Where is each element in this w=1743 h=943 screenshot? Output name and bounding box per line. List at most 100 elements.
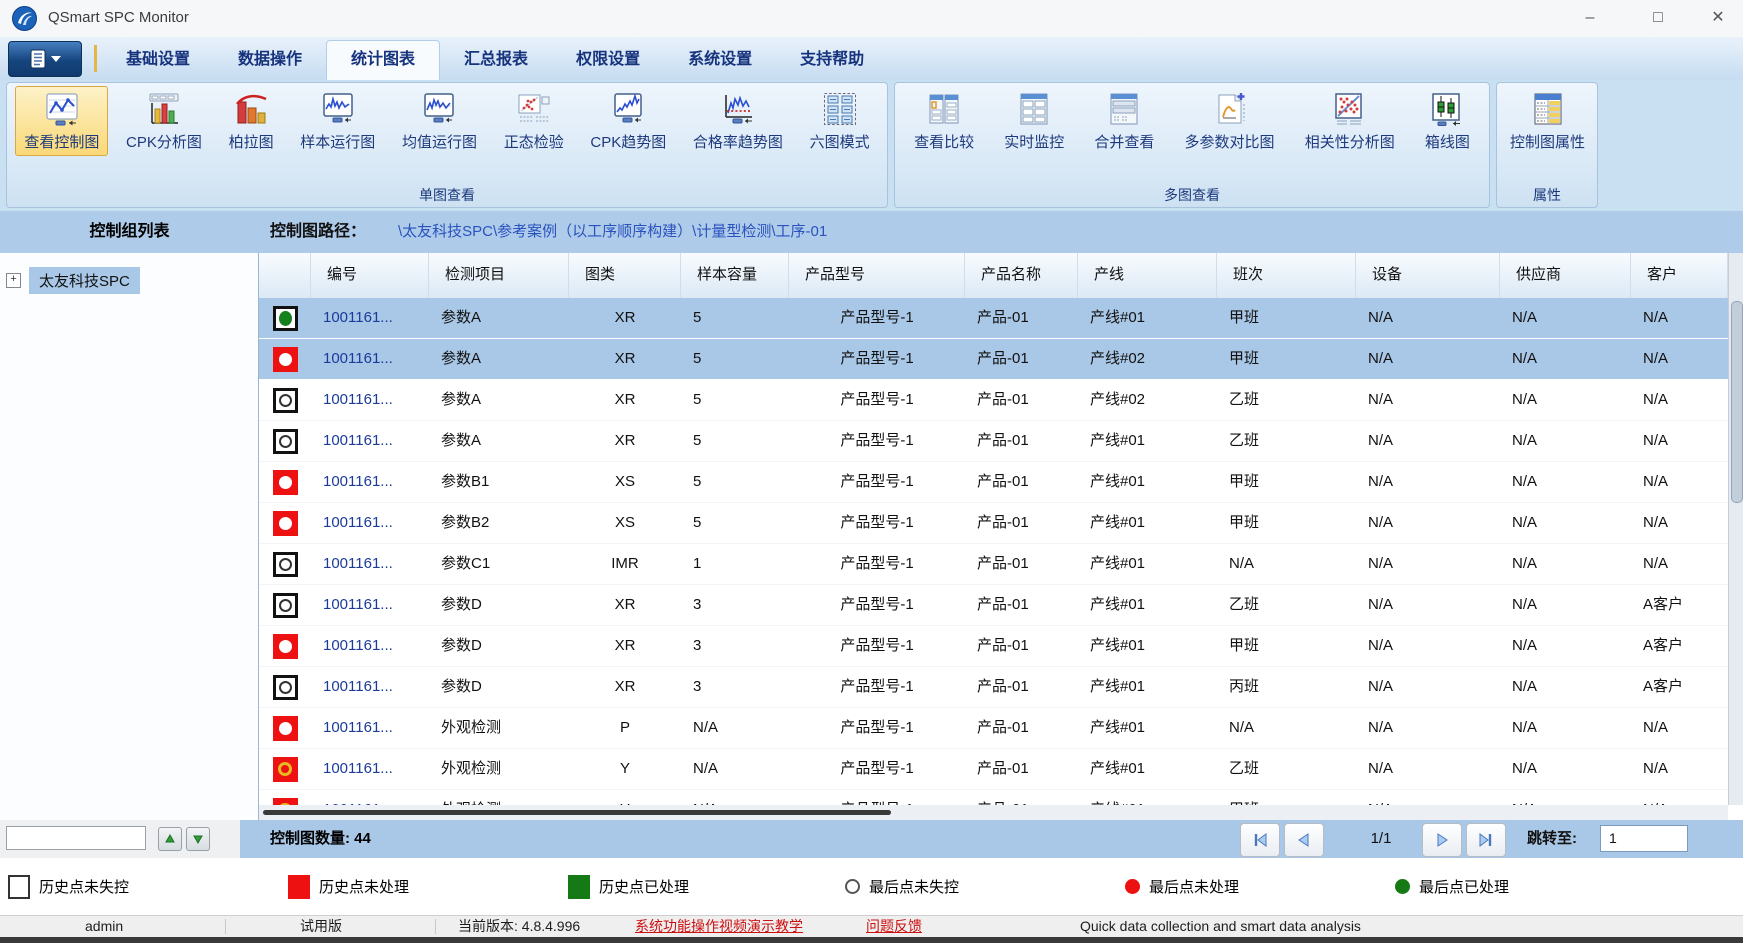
jump-to-page-value: 1 [1609,830,1617,846]
table-row[interactable]: 1001161...参数AXR5产品型号-1产品-01产线#02乙班N/AN/A… [259,380,1728,421]
menu-tab-1[interactable]: 基础设置 [102,40,214,80]
vertical-scrollbar-thumb[interactable] [1731,301,1743,503]
column-header-model[interactable]: 产品型号 [789,253,965,298]
minimize-button[interactable]: – [1568,4,1612,32]
tool-button-chart-properties[interactable]: 控制图属性 [1501,86,1594,156]
tool-button-cpk-analysis[interactable]: CPK分析图 [117,86,211,156]
page-indicator: 1/1 [1346,820,1416,858]
cell-item: 外观检测 [429,790,569,805]
cell-supplier: N/A [1500,585,1631,625]
cell-supplier: N/A [1500,503,1631,543]
table-row[interactable]: 1001161...参数AXR5产品型号-1产品-01产线#01乙班N/AN/A… [259,421,1728,462]
tool-button-six-chart-mode[interactable]: 六图模式 [801,86,879,156]
table-row[interactable]: 1001161...参数DXR3产品型号-1产品-01产线#01乙班N/AN/A… [259,585,1728,626]
table-row[interactable]: 1001161...参数C1IMR1产品型号-1产品-01产线#01N/AN/A… [259,544,1728,585]
tool-button-normality-test[interactable]: 正态检验 [495,86,573,156]
close-button[interactable]: ✕ [1696,4,1740,32]
maximize-button[interactable]: □ [1636,4,1680,32]
tool-button-cpk-trend[interactable]: CPK趋势图 [581,86,675,156]
column-header-shift[interactable]: 班次 [1217,253,1356,298]
column-header-customer[interactable]: 客户 [1631,253,1728,298]
tool-button-realtime-monitor[interactable]: 实时监控 [995,86,1073,156]
column-header-sample_size[interactable]: 样本容量 [681,253,789,298]
column-header-chart_type[interactable]: 图类 [569,253,681,298]
next-page-button[interactable] [1422,823,1462,857]
cell-sample_size: 5 [681,503,789,543]
column-header-line[interactable]: 产线 [1078,253,1217,298]
tool-button-merge-view[interactable]: 合并查看 [1085,86,1163,156]
tool-button-control-chart[interactable]: 查看控制图 [15,86,108,156]
column-header-item[interactable]: 检测项目 [429,253,569,298]
table-row[interactable]: 1001161...参数B1XS5产品型号-1产品-01产线#01甲班N/AN/… [259,462,1728,503]
chart-count-label: 控制图数量: 44 [270,820,371,858]
legend-item: 最后点已处理 [1395,858,1509,915]
menu-tab-6[interactable]: 系统设置 [664,40,776,80]
tool-button-sample-run-chart[interactable]: 样本运行图 [291,86,384,156]
cell-product: 产品-01 [965,421,1078,461]
tool-button-pass-rate-trend[interactable]: 合格率趋势图 [684,86,792,156]
column-header-supplier[interactable]: 供应商 [1500,253,1631,298]
tool-button-label: 样本运行图 [300,131,375,152]
six-chart-mode-icon [822,91,858,127]
table-row[interactable]: 1001161...参数AXR5产品型号-1产品-01产线#02甲班N/AN/A… [259,339,1728,380]
table-row[interactable]: 1001161...参数AXR5产品型号-1产品-01产线#01甲班N/AN/A… [259,298,1728,339]
table-row[interactable]: 1001161...参数DXR3产品型号-1产品-01产线#01丙班N/AN/A… [259,667,1728,708]
column-header-device[interactable]: 设备 [1356,253,1500,298]
cell-chart_type: Y [569,749,681,789]
menu-tab-3[interactable]: 统计图表 [326,40,440,81]
table-row[interactable]: 1001161...外观检测YN/A产品型号-1产品-01产线#01乙班N/AN… [259,749,1728,790]
status-cell [259,298,311,338]
table-row[interactable]: 1001161...外观检测PN/A产品型号-1产品-01产线#01N/AN/A… [259,708,1728,749]
column-header-icon[interactable] [259,253,311,298]
tool-button-label: 合格率趋势图 [693,131,783,152]
menu-tab-4[interactable]: 汇总报表 [440,40,552,80]
cell-shift: 甲班 [1217,626,1356,666]
tool-button-compare-view[interactable]: 查看比较 [905,86,983,156]
menu-tab-7[interactable]: 支持帮助 [776,40,888,80]
tool-button-mean-run-chart[interactable]: 均值运行图 [393,86,486,156]
cell-sample_size: 5 [681,421,789,461]
menu-tabs: 基础设置数据操作统计图表汇总报表权限设置系统设置支持帮助 [102,40,888,80]
legend-item: 最后点未失控 [845,858,959,915]
menu-tab-5[interactable]: 权限设置 [552,40,664,80]
cell-model: 产品型号-1 [789,790,965,805]
column-header-id[interactable]: 编号 [311,253,429,298]
tool-button-correlation-analysis[interactable]: 相关性分析图 [1296,86,1404,156]
last-page-button[interactable] [1466,823,1506,857]
cell-product: 产品-01 [965,544,1078,584]
tree-root-label[interactable]: 太友科技SPC [29,267,140,294]
cell-id: 1001161... [311,626,429,666]
status-link[interactable]: 问题反馈 [866,916,922,937]
table-row[interactable]: 1001161外观检测YN/A产品型号-1产品-01产线#01甲班N/AN/AN… [259,790,1728,805]
tool-button-label: 正态检验 [504,131,564,152]
first-page-button[interactable] [1240,823,1280,857]
horizontal-scrollbar-thumb[interactable] [263,810,891,815]
tree-up-button[interactable] [158,827,182,851]
tool-button-label: 查看控制图 [24,131,99,152]
tree-search-input[interactable] [6,826,146,850]
cell-customer: N/A [1631,708,1728,748]
menu-tab-2[interactable]: 数据操作 [214,40,326,80]
cell-model: 产品型号-1 [789,626,965,666]
jump-to-page-dropdown[interactable]: 1 [1600,825,1688,852]
column-header-product[interactable]: 产品名称 [965,253,1078,298]
cell-line: 产线#01 [1078,503,1217,543]
tool-button-multi-param-compare[interactable]: 多参数对比图 [1176,86,1284,156]
horizontal-scrollbar[interactable] [259,805,1728,820]
status-cell [259,462,311,502]
previous-page-button[interactable] [1284,823,1324,857]
table-row[interactable]: 1001161...参数B2XS5产品型号-1产品-01产线#01甲班N/AN/… [259,503,1728,544]
tool-button-pareto[interactable]: 柏拉图 [220,86,283,156]
legend-label: 最后点未失控 [869,876,959,897]
tool-button-boxplot[interactable]: 箱线图 [1416,86,1479,156]
table-row[interactable]: 1001161...参数DXR3产品型号-1产品-01产线#01甲班N/AN/A… [259,626,1728,667]
tree-expander-icon[interactable]: + [6,273,21,288]
tree-root-row[interactable]: + 太友科技SPC [6,267,140,294]
vertical-scrollbar[interactable] [1728,253,1743,805]
cell-id: 1001161... [311,749,429,789]
app-menu-button[interactable] [8,41,82,77]
legend-square-swatch [568,875,590,899]
status-link[interactable]: 系统功能操作视频演示教学 [635,916,803,937]
tree-down-button[interactable] [186,827,210,851]
cell-customer: N/A [1631,544,1728,584]
